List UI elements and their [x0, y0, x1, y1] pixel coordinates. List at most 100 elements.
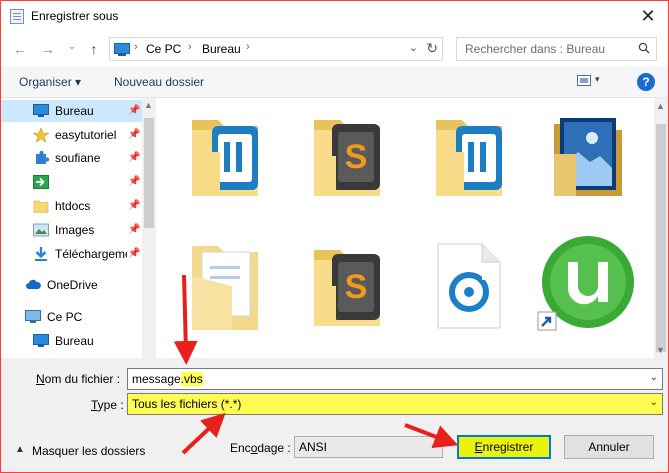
address-dropdown-chevron-icon[interactable]: ⌄ — [409, 41, 418, 54]
help-icon[interactable]: ? — [637, 73, 655, 91]
star-icon — [33, 128, 49, 142]
folder-app-blue-icon — [192, 120, 258, 196]
puzzle-icon — [36, 151, 49, 164]
pin-icon[interactable]: 📌 — [128, 224, 140, 235]
pin-icon[interactable]: 📌 — [128, 105, 140, 116]
pin-icon[interactable]: 📌 — [128, 129, 140, 140]
sidebar-item-shortcut[interactable]: 📌 — [1, 171, 142, 193]
file-item[interactable] — [180, 236, 290, 351]
address-bar[interactable]: › Ce PC › Bureau › ⌄ ↻ — [109, 37, 443, 61]
save-button[interactable]: Enregistrer — [457, 435, 551, 459]
breadcrumb-ce-pc[interactable]: Ce PC — [146, 42, 181, 56]
scroll-up-arrow-icon[interactable]: ▲ — [656, 101, 665, 111]
chevron-up-icon[interactable]: ▲ — [15, 444, 25, 455]
pin-icon[interactable]: 📌 — [128, 176, 140, 187]
sidebar-item-label: Bureau — [55, 104, 94, 118]
desktop-icon — [33, 104, 49, 117]
sidebar-item-onedrive[interactable]: OneDrive — [1, 274, 142, 296]
file-item[interactable] — [424, 236, 534, 351]
images-icon — [33, 223, 49, 237]
organize-button[interactable]: Organiser ▾ — [19, 75, 81, 89]
file-item[interactable]: S — [302, 236, 412, 351]
type-dropdown-chevron-icon[interactable]: ⌄ — [650, 397, 658, 408]
computer-icon — [25, 310, 41, 323]
new-folder-button[interactable]: Nouveau dossier — [114, 75, 204, 89]
pin-icon[interactable]: 📌 — [128, 248, 140, 259]
navigation-bar: ← → ⌄ ↑ › Ce PC › Bureau › ⌄ ↻ — [1, 32, 668, 66]
save-form: Nom du fichier : message.vbs ⌄ Type : To… — [1, 358, 668, 472]
sidebar-scrollbar[interactable]: ▲ — [142, 98, 156, 358]
green-arrow-icon — [33, 175, 49, 189]
sidebar-item-label: easytutoriel — [55, 128, 117, 142]
recent-locations-chevron-icon[interactable]: ⌄ — [63, 38, 81, 56]
sidebar-item-label: soufiane — [55, 151, 101, 165]
search-box[interactable] — [456, 37, 657, 61]
breadcrumb-separator-icon: › — [188, 41, 192, 53]
change-view-icon[interactable] — [577, 75, 591, 86]
file-item[interactable] — [424, 106, 534, 221]
sidebar-item-bureau[interactable]: Bureau 📌 — [1, 100, 142, 122]
media-file-icon — [437, 243, 501, 329]
file-type-value: Tous les fichiers (*.*) — [132, 397, 242, 411]
pin-icon[interactable]: 📌 — [128, 200, 140, 211]
encoding-select[interactable]: ANSI ⌄ — [294, 436, 443, 458]
sidebar-item-images[interactable]: Images 📌 — [1, 219, 142, 241]
sidebar-item-bureau-pc[interactable]: Bureau — [1, 330, 142, 352]
file-list: S S — [156, 98, 654, 358]
scroll-up-arrow-icon[interactable]: ▲ — [144, 100, 153, 110]
sidebar-item-soufiane[interactable]: soufiane 📌 — [1, 147, 142, 169]
command-toolbar: Organiser ▾ Nouveau dossier ▾ ? — [1, 66, 668, 98]
search-input[interactable] — [457, 38, 632, 60]
file-list-scrollbar[interactable]: ▲ ▼ — [654, 98, 668, 358]
cancel-button[interactable]: Annuler — [564, 435, 654, 459]
breadcrumb-separator-icon[interactable]: › — [246, 41, 250, 53]
wallpaper-folder-icon — [554, 118, 622, 196]
file-item[interactable]: S — [302, 106, 412, 221]
sidebar-item-telechargements[interactable]: Téléchargements 📌 — [1, 243, 142, 265]
sidebar-item-easytutoriel[interactable]: easytutoriel 📌 — [1, 124, 142, 146]
file-type-select[interactable]: Tous les fichiers (*.*) ⌄ — [127, 393, 663, 415]
hide-folders-button[interactable]: Masquer les dossiers — [32, 444, 145, 458]
sidebar-scroll-thumb[interactable] — [144, 118, 154, 228]
folder-icon — [33, 200, 49, 213]
pin-icon[interactable]: 📌 — [128, 152, 140, 163]
up-arrow-icon[interactable]: ↑ — [85, 40, 103, 58]
close-button[interactable]: ✕ — [636, 5, 660, 27]
sidebar-item-htdocs[interactable]: htdocs 📌 — [1, 195, 142, 217]
svg-text:S: S — [345, 268, 368, 306]
search-icon[interactable] — [638, 42, 650, 54]
utorrent-shortcut-icon — [537, 236, 634, 331]
filename-field[interactable]: message.vbs ⌄ — [127, 368, 663, 390]
download-icon — [35, 247, 47, 261]
back-arrow-icon[interactable]: ← — [11, 40, 29, 58]
sidebar-item-label: Téléchargements — [55, 247, 127, 261]
file-list-scroll-thumb[interactable] — [656, 124, 666, 352]
breadcrumb-separator-icon: › — [134, 41, 138, 53]
dialog-title: Enregistrer sous — [31, 9, 119, 23]
type-label: Type : — [91, 398, 124, 412]
folder-app-blue-icon — [436, 120, 502, 196]
refresh-icon[interactable]: ↻ — [426, 40, 438, 57]
filename-input[interactable]: message.vbs — [132, 372, 203, 386]
folder-sublime-icon: S — [314, 250, 380, 326]
sidebar-item-label: htdocs — [55, 199, 91, 213]
scroll-down-arrow-icon[interactable]: ▼ — [656, 345, 665, 355]
encoding-label: Encodage : — [230, 441, 291, 455]
file-item[interactable] — [534, 232, 644, 347]
folder-sublime-icon: S — [314, 120, 380, 196]
view-options-chevron-icon[interactable]: ▾ — [595, 74, 600, 85]
breadcrumb-bureau[interactable]: Bureau — [202, 42, 241, 56]
sidebar-item-ce-pc[interactable]: Ce PC — [1, 306, 142, 328]
forward-arrow-icon[interactable]: → — [39, 40, 57, 58]
file-item[interactable] — [546, 106, 654, 221]
file-item[interactable] — [180, 106, 290, 221]
encoding-dropdown-chevron-icon[interactable]: ⌄ — [430, 440, 438, 451]
folder-documents-icon — [192, 246, 258, 330]
encoding-value: ANSI — [299, 440, 328, 454]
sidebar-item-label: Bureau — [55, 334, 94, 348]
save-as-dialog: Enregistrer sous ✕ ← → ⌄ ↑ › Ce PC › Bur… — [0, 0, 669, 473]
filename-dropdown-chevron-icon[interactable]: ⌄ — [650, 372, 658, 383]
desktop-icon — [33, 334, 49, 347]
filename-label: Nom du fichier : — [36, 372, 121, 386]
title-bar: Enregistrer sous ✕ — [1, 1, 668, 32]
